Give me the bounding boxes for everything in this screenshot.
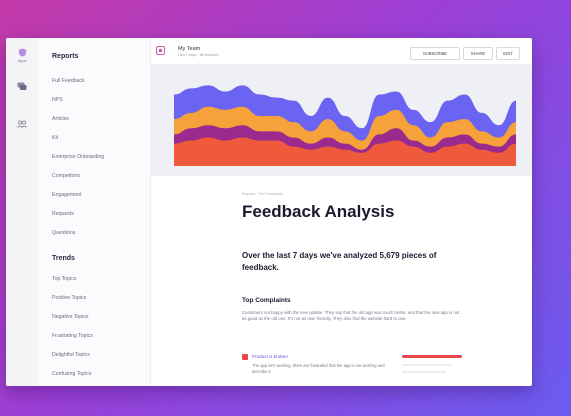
edit-button[interactable]: EDIT (496, 47, 520, 60)
chat-icon (17, 82, 27, 90)
sidebar-item-frustrating-topics[interactable]: Frustrating Topics (52, 333, 93, 339)
sidebar-item-enterprise-onboarding[interactable]: Enterprise Onboarding (52, 154, 104, 160)
rail-label-apps: Apps (17, 58, 27, 63)
complaint-title[interactable]: Product is broken (252, 354, 288, 359)
sidebar-item-delightful-topics[interactable]: Delightful Topics (52, 352, 90, 358)
sidebar-item-nps[interactable]: NPS (52, 97, 63, 103)
main-content: My Team Last 7 days · all feedback SUBSC… (150, 38, 532, 386)
complaint-item[interactable]: Product is broken The app isn't working,… (242, 354, 482, 386)
sidebar: Reports Full Feedback NPS Articles Kit E… (38, 38, 151, 386)
sidebar-item-requests[interactable]: Requests (52, 211, 74, 217)
people-icon (17, 120, 27, 128)
app-window: Apps Reports Full Feedback NPS Articles … (6, 38, 532, 386)
rail-item-chat[interactable] (11, 82, 33, 91)
sidebar-item-articles[interactable]: Articles (52, 116, 69, 122)
workspace-subtitle: Last 7 days · all feedback (178, 53, 219, 57)
icon-rail: Apps (6, 38, 39, 386)
sidebar-heading-trends: Trends (52, 255, 75, 262)
topbar: My Team Last 7 days · all feedback SUBSC… (150, 38, 532, 64)
sidebar-item-negative-topics[interactable]: Negative Topics (52, 314, 89, 320)
feedback-stream-chart (150, 64, 532, 176)
placeholder-line (402, 364, 452, 366)
sidebar-item-full-feedback[interactable]: Full Feedback (52, 78, 85, 84)
section-title-top-complaints: Top Complaints (242, 297, 291, 304)
sidebar-item-competitors[interactable]: Competitors (52, 173, 80, 179)
sidebar-item-kit[interactable]: Kit (52, 135, 58, 141)
sidebar-heading-reports: Reports (52, 53, 79, 60)
share-button[interactable]: SHARE (463, 47, 493, 60)
sidebar-item-positive-topics[interactable]: Positive Topics (52, 295, 86, 301)
breadcrumb: Reports · Full Feedback (242, 192, 283, 196)
sidebar-item-confusing-topics[interactable]: Confusing Topics (52, 371, 91, 377)
alert-icon (242, 354, 248, 360)
lead-summary: Over the last 7 days we've analyzed 5,67… (242, 251, 437, 272)
subscribe-button[interactable]: SUBSCRIBE (410, 47, 460, 60)
sidebar-item-top-topics[interactable]: Top Topics (52, 276, 76, 282)
shield-icon (18, 48, 26, 57)
section-body: Customers not happy with the new update.… (242, 310, 460, 322)
logo-icon (156, 46, 165, 55)
sidebar-item-questions[interactable]: Questions (52, 230, 75, 236)
complaint-body: The app isn't working, there are frustra… (252, 363, 385, 374)
sidebar-item-engagement[interactable]: Engagement (52, 192, 81, 198)
page-title: Feedback Analysis (242, 202, 395, 221)
rail-item-people[interactable] (11, 120, 33, 128)
placeholder-line (402, 371, 446, 373)
workspace-title: My Team (178, 46, 201, 52)
complaint-share-bar (402, 355, 462, 358)
rail-item-apps[interactable]: Apps (11, 48, 33, 63)
